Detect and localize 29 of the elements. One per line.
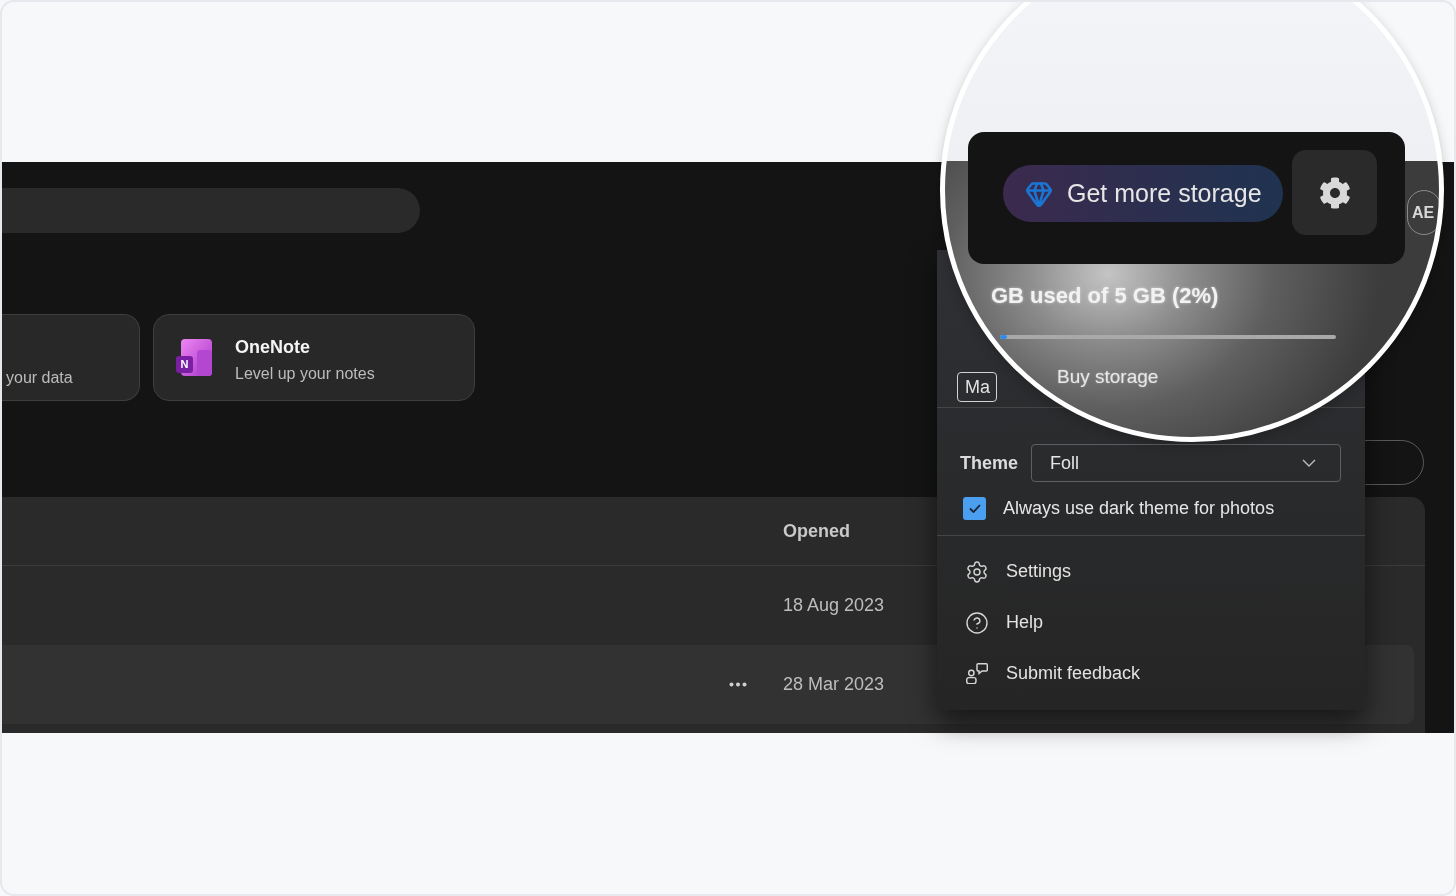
chevron-down-icon [1302, 459, 1316, 467]
input-field[interactable] [2, 188, 420, 233]
help-icon [965, 610, 989, 635]
checkbox-label: Always use dark theme for photos [1003, 498, 1275, 519]
card-title: OneNote [235, 336, 311, 359]
outlined-button[interactable]: Ma [957, 372, 997, 402]
date-cell: 18 Aug 2023 [783, 595, 885, 616]
date-cell: 28 Mar 2023 [783, 674, 885, 695]
storage-usage-text: GB used of 5 GB (2%) [991, 282, 1219, 310]
menu-item[interactable]: Submit feedback [937, 648, 1365, 699]
theme-label: Theme [960, 452, 1020, 474]
app-card[interactable]: your data [2, 314, 140, 401]
card-subtitle: your data [6, 368, 73, 388]
settings-icon [965, 559, 989, 584]
logo-letter: N [179, 356, 190, 372]
app-card[interactable]: N OneNote Level up your notes [153, 314, 475, 401]
more-icon[interactable] [729, 682, 747, 687]
card-subtitle: Level up your notes [235, 364, 375, 384]
theme-dropdown[interactable]: Foll [1031, 444, 1341, 482]
column-header[interactable]: Opened [783, 520, 850, 542]
diamond-icon [1025, 179, 1053, 208]
settings-button[interactable] [1292, 150, 1377, 235]
checkbox[interactable] [963, 497, 986, 520]
upgrade-button[interactable]: Get more storage [1003, 165, 1283, 222]
settings-icon [1318, 176, 1351, 209]
buy-storage-link[interactable]: Buy storage [1057, 365, 1159, 389]
menu-item[interactable]: Help [937, 597, 1365, 648]
person-speech-icon [966, 663, 988, 684]
check-icon [968, 504, 981, 513]
